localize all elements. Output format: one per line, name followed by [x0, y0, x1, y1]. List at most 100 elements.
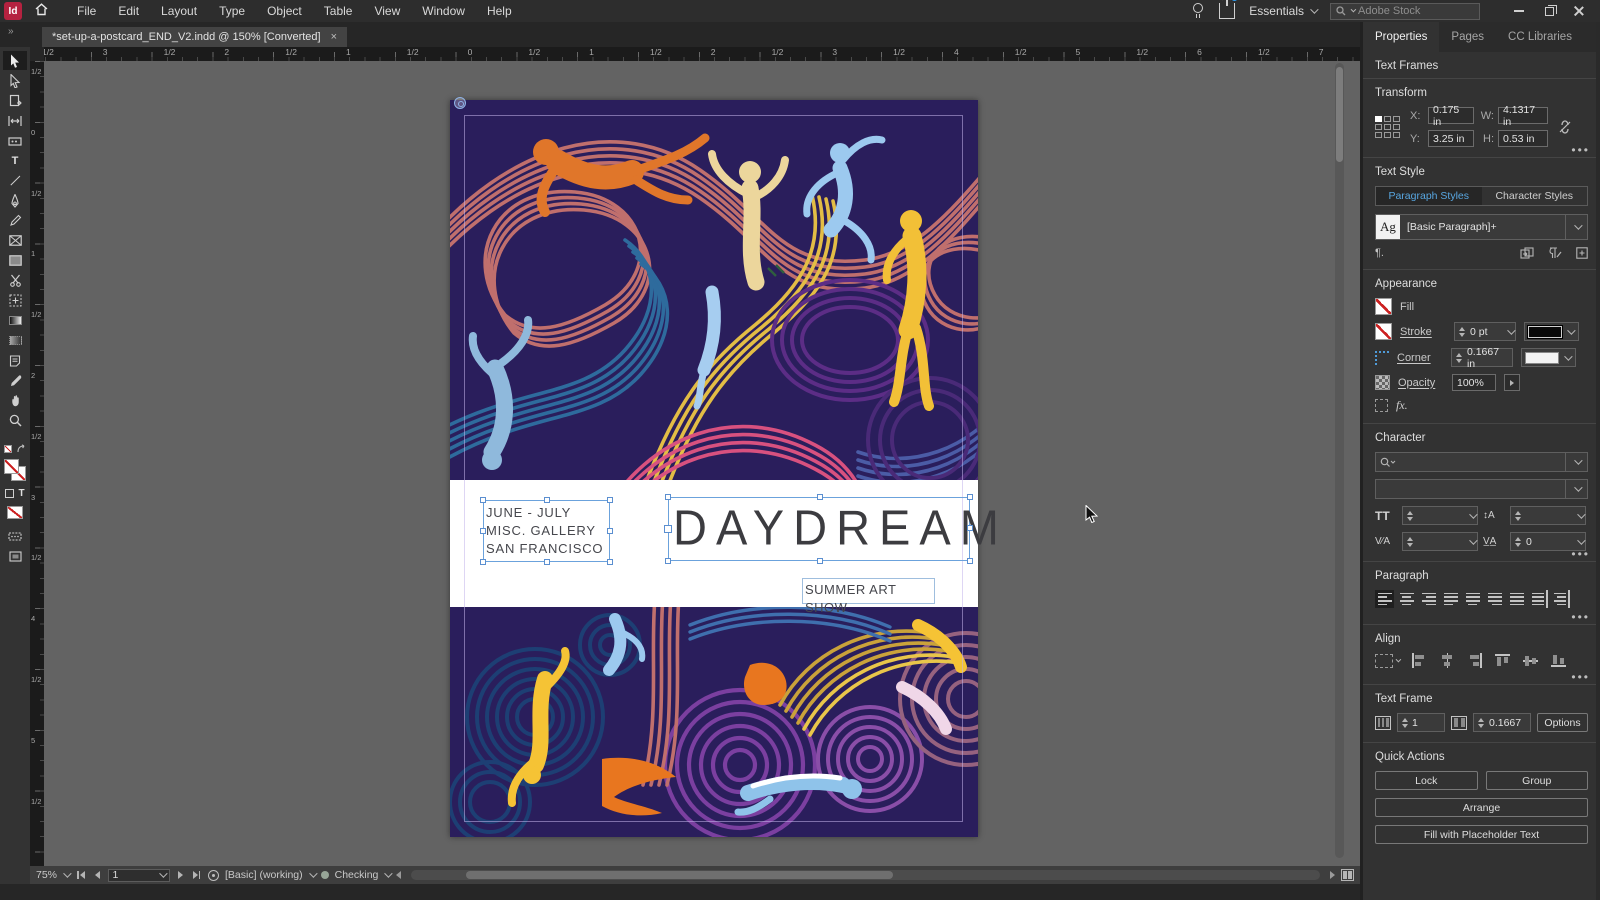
stroke-color-dropdown[interactable]	[1524, 322, 1579, 341]
last-page-button[interactable]	[191, 871, 203, 879]
transform-more-icon[interactable]: •••	[1571, 144, 1590, 156]
stroke-none-swatch[interactable]	[1375, 323, 1392, 340]
justify-last-left-button[interactable]	[1441, 590, 1460, 608]
postcard-page[interactable]: JUNE - JULY MISC. GALLERY SAN FRANCISCO …	[450, 97, 999, 837]
dates-text-frame[interactable]: JUNE - JULY MISC. GALLERY SAN FRANCISCO	[480, 497, 613, 565]
align-left-button[interactable]	[1375, 590, 1394, 608]
menu-object[interactable]: Object	[256, 0, 313, 22]
free-transform-tool[interactable]	[3, 291, 27, 310]
menu-file[interactable]: File	[66, 0, 107, 22]
opacity-label[interactable]: Opacity	[1398, 377, 1444, 389]
fill-stroke-indicator[interactable]	[4, 459, 26, 481]
frame-handle[interactable]	[607, 497, 613, 503]
line-tool[interactable]	[3, 171, 27, 190]
page-number-field[interactable]: 1	[107, 868, 170, 882]
minimize-button[interactable]	[1504, 0, 1534, 22]
corner-shape-dropdown[interactable]	[1521, 348, 1576, 367]
zoom-level[interactable]: 75%	[36, 869, 57, 881]
scissors-tool[interactable]	[3, 271, 27, 290]
gap-tool[interactable]	[3, 111, 27, 130]
frame-handle[interactable]	[967, 525, 973, 531]
title-text-frame[interactable]: DAYDREAM	[664, 494, 999, 564]
align-right-button[interactable]	[1419, 590, 1438, 608]
subtitle-text-frame[interactable]: SUMMER ART SHOW	[802, 578, 935, 615]
home-icon[interactable]	[30, 3, 52, 19]
zoom-chevron-icon[interactable]	[63, 869, 72, 878]
menu-table[interactable]: Table	[313, 0, 364, 22]
tab-pages[interactable]: Pages	[1439, 22, 1496, 52]
artwork-bottom-image[interactable]	[450, 607, 978, 837]
frame-handle[interactable]	[480, 559, 486, 565]
new-style-icon[interactable]	[1576, 247, 1588, 259]
font-size-combo[interactable]	[1402, 506, 1478, 525]
align-toward-spine-button[interactable]	[1529, 590, 1548, 608]
fill-placeholder-button[interactable]: Fill with Placeholder Text	[1375, 825, 1588, 844]
artwork-top-image[interactable]	[450, 100, 978, 480]
align-objects-hcenter-button[interactable]	[1439, 653, 1455, 668]
horizontal-ruler[interactable]: 1/2 3 1/2 2 1/2 1 1/2 0 1/2 1 1/2 2 1/2 3 1/2 4 1/2…	[30, 47, 1360, 61]
view-options-icon[interactable]	[3, 527, 27, 546]
menu-layout[interactable]: Layout	[150, 0, 208, 22]
swap-fill-stroke-icon[interactable]	[16, 444, 26, 454]
frame-handle[interactable]	[664, 525, 672, 533]
fill-swatch[interactable]	[4, 459, 19, 474]
paragraph-styles-tab[interactable]: Paragraph Styles	[1376, 187, 1482, 205]
screen-mode-icon[interactable]	[3, 547, 27, 566]
columns-combo[interactable]: 1	[1397, 713, 1445, 732]
gradient-swatch-tool[interactable]	[3, 311, 27, 330]
frame-handle[interactable]	[607, 559, 613, 565]
formatting-affects-text-icon[interactable]: T	[18, 488, 24, 499]
justify-last-right-button[interactable]	[1485, 590, 1504, 608]
fill-none-swatch[interactable]	[1375, 298, 1392, 315]
pen-tool[interactable]	[3, 191, 27, 210]
type-tool[interactable]: T	[3, 151, 27, 170]
x-field[interactable]: 0.175 in	[1428, 104, 1474, 128]
fx-icon[interactable]: fx.	[1396, 398, 1408, 413]
corner-label[interactable]: Corner	[1397, 352, 1443, 364]
zoom-tool[interactable]	[3, 411, 27, 430]
tab-cc-libraries[interactable]: CC Libraries	[1496, 22, 1584, 52]
justify-last-center-button[interactable]	[1463, 590, 1482, 608]
menu-edit[interactable]: Edit	[107, 0, 150, 22]
align-objects-vcenter-button[interactable]	[1523, 653, 1539, 668]
tab-properties[interactable]: Properties	[1363, 22, 1440, 52]
scroll-right-arrow[interactable]	[1330, 871, 1335, 879]
frame-handle[interactable]	[544, 559, 550, 565]
arrange-button[interactable]: Arrange	[1375, 798, 1588, 817]
selection-tool[interactable]	[3, 51, 27, 70]
align-away-spine-button[interactable]	[1551, 590, 1570, 608]
preset-chevron-icon[interactable]	[308, 869, 318, 878]
learn-lightbulb-icon[interactable]	[1191, 2, 1205, 20]
reference-point-grid[interactable]	[1375, 116, 1400, 138]
text-frame-options-button[interactable]: Options	[1537, 713, 1588, 732]
preflight-status[interactable]: Checking	[335, 869, 379, 881]
spread-view-icon[interactable]	[1341, 869, 1354, 881]
adobe-stock-search[interactable]: Adobe Stock	[1330, 2, 1480, 20]
align-objects-top-button[interactable]	[1495, 653, 1511, 668]
frame-handle[interactable]	[967, 558, 973, 564]
gradient-feather-tool[interactable]	[3, 331, 27, 350]
frame-handle[interactable]	[480, 497, 486, 503]
paragraph-style-dropdown[interactable]: Ag [Basic Paragraph]+	[1375, 214, 1588, 240]
clear-overrides-icon[interactable]	[1548, 247, 1562, 259]
scroll-left-arrow[interactable]	[396, 871, 402, 879]
kerning-combo[interactable]	[1402, 532, 1478, 551]
h-field[interactable]: 0.53 in	[1498, 130, 1548, 147]
redefine-style-icon[interactable]	[1520, 247, 1534, 259]
formatting-affects-container-icon[interactable]	[5, 489, 15, 498]
align-more-icon[interactable]: •••	[1571, 671, 1590, 683]
rectangle-tool[interactable]	[3, 251, 27, 270]
frame-handle[interactable]	[665, 558, 671, 564]
lock-button[interactable]: Lock	[1375, 771, 1478, 790]
pencil-tool[interactable]	[3, 211, 27, 230]
preflight-preset[interactable]: [Basic] (working)	[225, 869, 303, 881]
share-icon[interactable]	[1219, 0, 1239, 19]
group-button[interactable]: Group	[1485, 771, 1588, 790]
note-tool[interactable]	[3, 351, 27, 370]
content-grabber-icon[interactable]	[454, 97, 466, 109]
frame-handle[interactable]	[967, 494, 973, 500]
gutter-combo[interactable]: 0.1667	[1473, 713, 1531, 732]
hand-tool[interactable]	[3, 391, 27, 410]
paragraph-more-icon[interactable]: •••	[1571, 611, 1590, 623]
panel-collapse-icon[interactable]: »	[8, 26, 15, 37]
